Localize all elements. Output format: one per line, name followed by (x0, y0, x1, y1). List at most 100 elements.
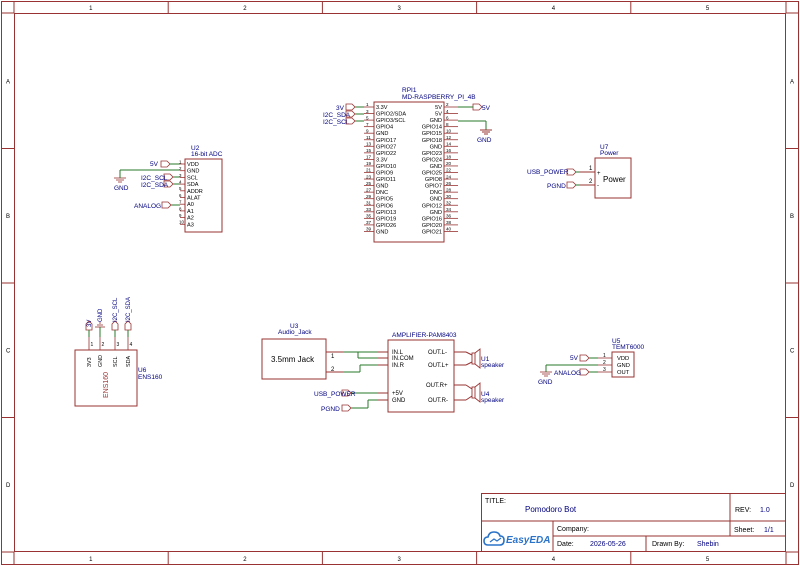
frame-col-label: 2 (243, 6, 247, 12)
audio-value: Audio_Jack (278, 329, 312, 336)
rpi-pin-number: 15 (366, 148, 372, 153)
ens160-ref: U6 (138, 367, 147, 374)
temt-gnd-flag: GND (538, 379, 553, 386)
rpi-pin-number: 7 (366, 122, 369, 127)
rpi-pin-name: GPIO10 (376, 164, 396, 170)
date-label: Date: (557, 541, 574, 548)
easyeda-logo: EasyEDA (483, 531, 550, 546)
rpi-pin-number: 10 (446, 128, 452, 133)
rpi-pin-name: GPIO22 (376, 151, 396, 157)
power-usb-flag: USB_POWER (527, 169, 569, 176)
rpi-pin-name: GPIO24 (422, 157, 442, 163)
sheet-value: 1/1 (764, 527, 774, 534)
temt-pin-number: 1 (603, 353, 606, 359)
temt-5v-flag: 5V (570, 355, 579, 362)
rpi-pin-name: GPIO19 (376, 216, 396, 222)
adc-pin-name: SCL (187, 175, 198, 181)
frame-row-label: C (6, 348, 11, 354)
rpi-pin-number: 29 (366, 194, 372, 199)
sheet-label: Sheet: (734, 527, 754, 534)
rpi-3v-flag: 3V (336, 105, 345, 112)
ens160-pin-name: 3V3 (87, 357, 93, 367)
rpi-pin-number: 22 (446, 168, 452, 173)
sheet-frame (1, 1, 799, 565)
speaker-u1: U1 speaker (465, 348, 505, 369)
rpi-pin-number: 13 (366, 142, 372, 147)
rpi-pin-name: GPIO8 (425, 177, 442, 183)
frame-col-label: 4 (552, 557, 556, 563)
rpi-pin-number: 12 (446, 135, 452, 140)
rpi-pin-name: GND (430, 210, 442, 216)
adc-pin-name: GND (187, 169, 199, 175)
power-symbol: U7 Power Power + - 1 2 USB_POWER PGND (527, 144, 632, 199)
rpi-pin-name: 5V (435, 112, 442, 118)
rpi-pin-number: 28 (446, 187, 452, 192)
rpi-pin-name: DNC (430, 190, 442, 196)
rpi-value: MD-RASPBERRY_PI_4B (402, 94, 476, 101)
frame-grid-ticks: 1122334455A AB BC CD D (2, 2, 798, 565)
rpi-pin-name: GPIO12 (422, 203, 442, 209)
amp-usb-flag: USB_POWER (314, 391, 356, 398)
rpi-pin-number: 11 (366, 135, 371, 140)
rpi-pin-number: 3 (366, 109, 369, 114)
rpi-ref: RPI1 (402, 87, 417, 94)
title-label: TITLE: (485, 498, 506, 505)
rpi-pin-number: 8 (446, 122, 449, 127)
rpi-pin-name: GPIO7 (425, 184, 442, 190)
rpi-5v-flag: 5V (482, 105, 491, 112)
rpi-pin-number: 26 (446, 181, 452, 186)
rpi-pin-name: GND (430, 118, 442, 124)
adc-scl-flag: I2C_SCL (141, 175, 168, 182)
rpi-pin-name: 5V (435, 105, 442, 111)
rpi-pin-name: GND (430, 164, 442, 170)
power-pin2: 2 (589, 179, 593, 185)
amp-out-l-minus: OUT.L- (428, 350, 447, 356)
frame-col-label: 3 (398, 557, 402, 563)
frame-row-label: A (790, 79, 794, 85)
rpi-pin-number: 34 (446, 207, 452, 212)
power-plus: + (597, 171, 601, 177)
title-block: TITLE: Pomodoro Bot REV: 1.0 Company: Sh… (481, 493, 786, 552)
adc-pin-name: SDA (187, 182, 199, 188)
rpi-pin-name: GPIO5 (376, 197, 393, 203)
rpi-pin-number: 16 (446, 148, 452, 153)
rpi-pin-name: GPIO9 (376, 171, 393, 177)
rpi-symbol: RPI1 MD-RASPBERRY_PI_4B 1 3.3V 3 GPIO2/SDA 5… (323, 87, 492, 243)
rev-label: REV: (735, 507, 751, 514)
amp-out-r-minus: OUT.R- (428, 398, 448, 404)
rpi-pin-name: GPIO27 (376, 144, 396, 150)
amp-pgnd-flag: PGND (321, 406, 340, 413)
audio-pin1: 1 (331, 354, 335, 360)
rpi-pin-number: 20 (446, 161, 452, 166)
ens160-pin-name: SDA (126, 356, 132, 367)
adc-value: 16-bit ADC (191, 151, 223, 158)
power-pgnd-flag: PGND (547, 183, 566, 190)
adc-pin-name: A3 (187, 222, 194, 228)
rpi-pin-number: 18 (446, 155, 452, 160)
drawn-by-label: Drawn By: (652, 541, 684, 548)
amp-in-r: IN.R (392, 363, 405, 369)
rpi-pin-name: GPIO11 (376, 177, 396, 183)
amp-5v: +5V (392, 391, 403, 397)
rev-value: 1.0 (760, 507, 770, 514)
adc-gnd-flag: GND (114, 185, 129, 192)
rpi-pin-name: GPIO17 (376, 138, 396, 144)
rpi-pin-number: 19 (366, 161, 372, 166)
frame-row-label: D (790, 483, 795, 489)
rpi-pin-number: 17 (366, 155, 372, 160)
rpi-pin-name: GND (430, 144, 442, 150)
ens160-3v-flag: 3V (87, 320, 93, 327)
adc-pin-name: A1 (187, 209, 194, 215)
frame-col-label: 1 (89, 557, 93, 563)
rpi-pin-number: 2 (446, 102, 449, 107)
rpi-pin-number: 6 (446, 115, 449, 120)
rpi-pin-name: 3.3V (376, 105, 388, 111)
rpi-pin-number: 25 (366, 181, 372, 186)
adc-analog-flag: ANALOG (134, 203, 161, 210)
ens160-pin-name: SCL (113, 357, 119, 368)
speaker-u1-value: speaker (481, 362, 505, 369)
ens160-gnd-flag: GND (98, 308, 104, 322)
temt6000-symbol: U5 TEMT6000 1 VDD2 GND3 OUT 5V GND ANALOG (538, 338, 645, 386)
adc-symbol: U2 16-bit ADC 1VDD2GND3SCL4SDA5ADDR6ALAT… (114, 145, 223, 233)
frame-row-label: D (6, 483, 11, 489)
